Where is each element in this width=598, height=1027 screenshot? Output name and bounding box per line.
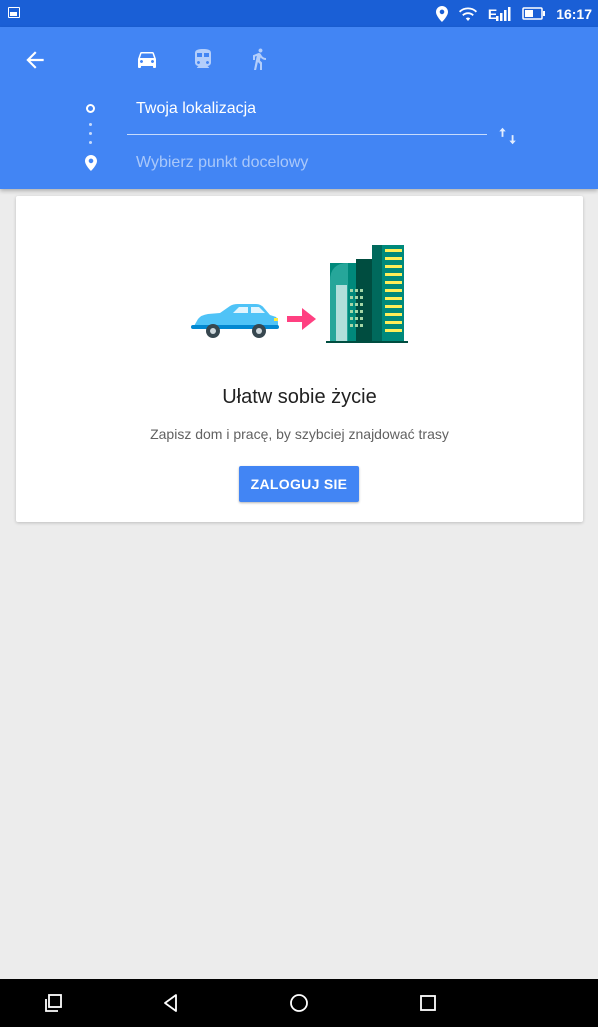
system-nav-bar xyxy=(0,979,598,1027)
login-button[interactable]: ZALOGUJ SIE xyxy=(239,466,359,502)
origin-input[interactable]: Twoja lokalizacja xyxy=(136,100,256,118)
gallery-icon xyxy=(8,7,20,18)
origin-underline xyxy=(127,134,487,135)
car-to-city-illustration xyxy=(191,245,408,343)
home-nav-icon[interactable] xyxy=(287,991,311,1015)
route-dots-icon xyxy=(89,123,93,147)
location-icon xyxy=(435,5,448,22)
signal-icon xyxy=(496,6,511,21)
origin-dot-icon xyxy=(86,104,95,113)
directions-header: Twoja lokalizacja Wybierz punkt docelowy xyxy=(0,27,598,189)
back-nav-icon[interactable] xyxy=(159,991,183,1015)
destination-pin-icon xyxy=(85,155,97,171)
card-subtitle: Zapisz dom i pracę, by szybciej znajdowa… xyxy=(150,426,449,442)
transit-icon[interactable] xyxy=(191,47,215,71)
back-arrow-icon[interactable] xyxy=(22,47,48,73)
card-title: Ułatw sobie życie xyxy=(222,386,377,408)
status-bar: E 16:17 xyxy=(0,0,598,27)
arrow-illustration xyxy=(287,308,316,330)
buildings-illustration xyxy=(326,245,408,343)
wifi-icon xyxy=(458,7,477,21)
status-icons: E 16:17 xyxy=(435,3,592,24)
swap-icon[interactable] xyxy=(497,125,519,147)
network-type: E xyxy=(487,5,497,22)
status-time: 16:17 xyxy=(556,5,592,22)
save-places-card: Ułatw sobie życie Zapisz dom i pracę, by… xyxy=(16,196,583,522)
recent-apps-icon[interactable] xyxy=(42,991,66,1015)
destination-input[interactable]: Wybierz punkt docelowy xyxy=(136,154,308,172)
walk-icon[interactable] xyxy=(247,47,271,71)
overview-nav-icon[interactable] xyxy=(416,991,440,1015)
car-icon[interactable] xyxy=(135,47,159,71)
car-illustration xyxy=(191,304,279,338)
battery-icon xyxy=(522,7,546,20)
